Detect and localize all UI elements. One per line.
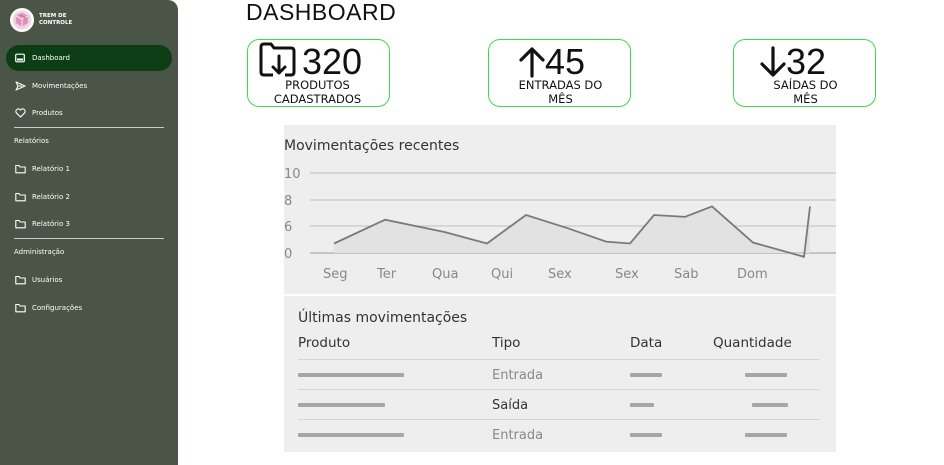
brand-name-line2: CONTROLE [39, 20, 73, 26]
stat-label: SAÍDAS DO MÊS [734, 78, 877, 106]
column-header-data[interactable]: Data [630, 335, 662, 351]
stat-label-line2: CADASTRADOS [273, 92, 362, 106]
x-tick-label: Sex [548, 267, 572, 282]
sidebar-divider [14, 238, 164, 239]
sidebar-item-label: Relatório 1 [32, 165, 70, 173]
sidebar-item-configuracoes[interactable]: Configurações [6, 295, 172, 321]
stat-label-line1: PRODUTOS [285, 78, 350, 92]
x-tick-label: Qui [491, 267, 513, 282]
sidebar-item-label: Movimentações [32, 82, 88, 90]
table-panel: Últimas movimentações Produto Tipo Data … [284, 296, 836, 452]
x-tick-label: Qua [432, 267, 458, 282]
sidebar-item-usuarios[interactable]: Usuários [6, 267, 172, 293]
row-divider [298, 359, 819, 360]
brand-name-line1: TREM DE [39, 13, 67, 19]
sidebar-item-label: Dashboard [32, 54, 70, 62]
folder-icon [14, 274, 26, 286]
sidebar-item-label: Usuários [32, 276, 63, 284]
stat-label-line2: MÊS [548, 92, 573, 106]
column-header-quantidade[interactable]: Quantidade [713, 335, 792, 351]
data-placeholder [630, 433, 662, 437]
data-placeholder [630, 403, 654, 407]
data-placeholder [630, 373, 662, 377]
arrow-up-icon [519, 46, 545, 82]
sidebar-divider [14, 127, 164, 128]
sidebar-item-label: Configurações [32, 304, 83, 312]
row-divider [298, 389, 819, 390]
tipo-cell: Entrada [492, 428, 544, 443]
brand-name: TREM DE CONTROLE [39, 13, 79, 27]
x-tick-label: Seg [323, 267, 348, 282]
heart-icon [14, 107, 26, 119]
quantidade-placeholder [745, 373, 787, 377]
produto-placeholder [298, 373, 404, 377]
stat-label-line1: ENTRADAS DO [518, 78, 603, 92]
column-header-tipo[interactable]: Tipo [492, 335, 520, 351]
sidebar-item-label: Relatório 2 [32, 193, 70, 201]
stat-card-saidas[interactable]: 32 SAÍDAS DO MÊS [733, 39, 876, 107]
y-tick-label: 10 [284, 167, 301, 182]
x-tick-label: Sex [615, 267, 639, 282]
stat-card-entradas[interactable]: 45 ENTRADAS DO MÊS [488, 39, 631, 107]
quantidade-placeholder [752, 403, 788, 407]
x-tick-label: Ter [376, 267, 397, 282]
line-chart: 0 6 8 10 Seg Ter Qua Qui Sex Sex Sab Dom [284, 167, 836, 282]
arrow-down-icon [760, 46, 786, 82]
chart-panel: Movimentações recentes 0 6 8 10 Seg Ter Qua Qui… [284, 125, 836, 294]
column-header-produto[interactable]: Produto [298, 335, 350, 351]
stat-label: PRODUTOS CADASTRADOS [248, 78, 387, 106]
stat-value: 32 [786, 41, 827, 82]
stat-label: ENTRADAS DO MÊS [489, 78, 632, 106]
folder-icon [14, 218, 26, 230]
dashboard-icon [14, 52, 26, 64]
folder-icon [14, 191, 26, 203]
page-title: DASHBOARD [246, 0, 397, 25]
y-tick-label: 6 [284, 220, 292, 235]
stat-label-line1: SAÍDAS DO [773, 78, 838, 92]
stat-value: 45 [545, 41, 586, 82]
sidebar-item-produtos[interactable]: Produtos [6, 100, 172, 126]
stat-label-line2: MÊS [793, 92, 818, 106]
sidebar-item-movimentacoes[interactable]: Movimentações [6, 73, 172, 99]
stat-card-produtos[interactable]: 320 PRODUTOS CADASTRADOS [247, 39, 390, 107]
produto-placeholder [298, 433, 404, 437]
sidebar-item-relatorio-3[interactable]: Relatório 3 [6, 211, 172, 237]
tipo-cell: Entrada [492, 368, 544, 383]
folder-download-icon [258, 42, 298, 82]
sidebar-section-relatorios: Relatórios [14, 137, 49, 145]
sidebar-item-relatorio-1[interactable]: Relatório 1 [6, 156, 172, 182]
brand[interactable]: TREM DE CONTROLE [10, 8, 79, 32]
send-icon [14, 80, 26, 92]
sidebar-item-label: Produtos [32, 109, 63, 117]
area-fill [334, 206, 810, 257]
box-logo-icon [10, 8, 34, 32]
tipo-cell: Saída [492, 398, 529, 413]
sidebar-item-dashboard[interactable]: Dashboard [6, 45, 172, 71]
x-tick-label: Dom [737, 267, 768, 282]
sidebar-item-label: Relatório 3 [32, 220, 70, 228]
y-tick-label: 0 [284, 247, 292, 262]
sidebar: TREM DE CONTROLE Dashboard Movimentações… [0, 0, 178, 465]
y-tick-label: 8 [284, 194, 292, 209]
sidebar-section-administracao: Administração [14, 248, 65, 256]
quantidade-placeholder [745, 433, 787, 437]
x-tick-label: Sab [674, 267, 698, 282]
produto-placeholder [298, 403, 385, 407]
folder-icon [14, 302, 26, 314]
stat-value: 320 [302, 41, 363, 82]
sidebar-item-relatorio-2[interactable]: Relatório 2 [6, 184, 172, 210]
folder-icon [14, 163, 26, 175]
table-title: Últimas movimentações [298, 310, 468, 326]
row-divider [298, 419, 819, 420]
